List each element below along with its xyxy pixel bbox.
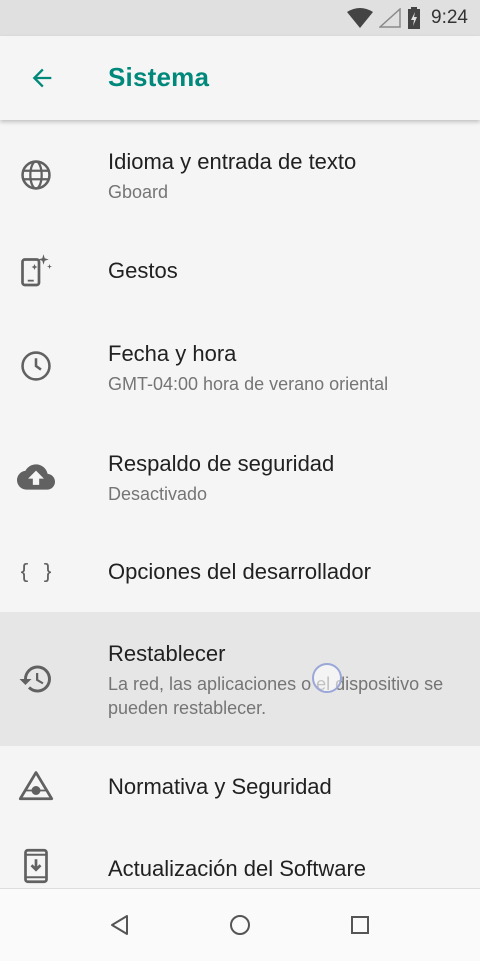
home-circle-icon [230, 915, 250, 935]
list-item-gestos[interactable]: Gestos [0, 230, 480, 312]
list-item-actualizacion[interactable]: Actualización del Software [0, 828, 480, 888]
clock-icon [16, 346, 56, 386]
list-item-desarrollador[interactable]: { } Opciones del desarrollador [0, 532, 480, 612]
status-icons: 9:24 [347, 5, 468, 31]
list-item-idioma[interactable]: Idioma y entrada de texto Gboard [0, 120, 480, 230]
touch-indicator [312, 663, 342, 693]
list-item-respaldo[interactable]: Respaldo de seguridad Desactivado [0, 422, 480, 532]
settings-list: Idioma y entrada de texto Gboard Gestos [0, 120, 480, 888]
nav-back-button[interactable] [92, 897, 148, 953]
item-title: Fecha y hora [108, 341, 237, 366]
item-title: Opciones del desarrollador [108, 559, 371, 584]
back-button[interactable] [14, 50, 70, 106]
navigation-bar [0, 888, 480, 961]
recents-square-icon [351, 916, 369, 934]
status-time: 9:24 [431, 7, 468, 28]
list-item-restablecer[interactable]: Restablecer La red, las aplicaciones o e… [0, 612, 480, 746]
item-subtitle: Gboard [108, 182, 169, 202]
globe-icon [16, 155, 56, 195]
item-subtitle: La red, las aplicaciones o el dispositiv… [108, 674, 444, 718]
arrow-back-icon [32, 68, 52, 88]
list-item-fecha-hora[interactable]: Fecha y hora GMT-04:00 hora de verano or… [0, 312, 480, 422]
item-title: Gestos [108, 258, 178, 283]
item-title: Actualización del Software [108, 856, 367, 881]
page-title: Sistema [108, 62, 210, 92]
battery-icon [408, 7, 421, 29]
item-title: Restablecer [108, 641, 226, 666]
system-update-icon [16, 846, 56, 886]
restore-icon [16, 659, 56, 699]
braces-icon: { } [16, 552, 56, 592]
item-subtitle: GMT-04:00 hora de verano oriental [108, 374, 389, 394]
item-title: Idioma y entrada de texto [108, 149, 357, 174]
svg-text:{ }: { } [21, 559, 51, 583]
app-bar: Sistema [0, 36, 480, 120]
item-title: Normativa y Seguridad [108, 774, 332, 799]
nav-recents-button[interactable] [332, 897, 388, 953]
cloud-upload-icon [16, 457, 56, 497]
regulatory-triangle-icon [16, 766, 56, 806]
back-triangle-icon [111, 915, 128, 935]
wifi-icon [347, 8, 374, 28]
item-subtitle: Desactivado [108, 484, 208, 504]
list-item-normativa[interactable]: Normativa y Seguridad [0, 746, 480, 828]
status-bar: 9:24 [0, 0, 480, 36]
cell-signal-icon [379, 8, 401, 28]
nav-home-button[interactable] [212, 897, 268, 953]
gesture-phone-icon [16, 250, 56, 290]
item-title: Respaldo de seguridad [108, 451, 335, 476]
